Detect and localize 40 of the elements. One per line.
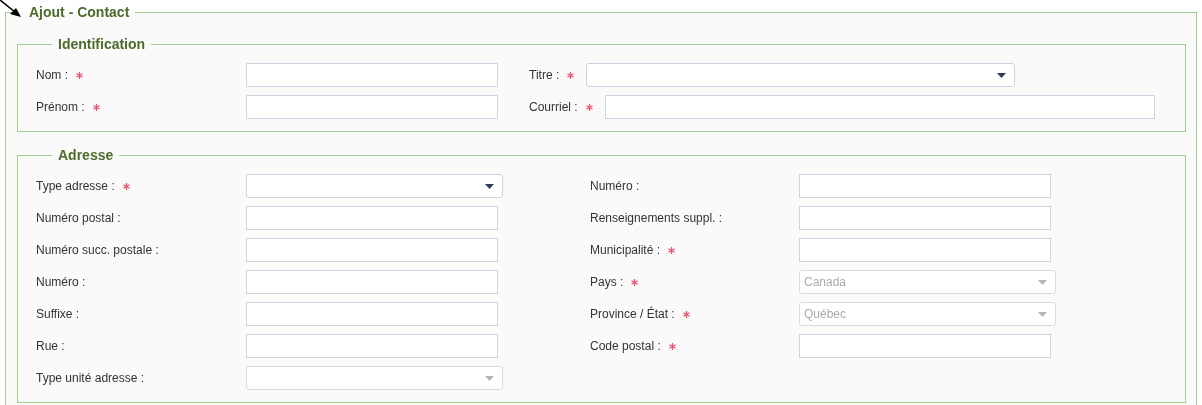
input-field[interactable] [799, 206, 1051, 230]
input-field[interactable] [246, 334, 498, 358]
form-title: Ajout - Contact [28, 4, 131, 20]
field-label: Numéro : [590, 179, 640, 193]
section-title: Identification [57, 36, 147, 52]
dropdown-field[interactable] [246, 174, 503, 198]
field-label: Type adresse : [36, 179, 115, 193]
field-label: Suffixe : [36, 307, 80, 321]
dropdown-field[interactable] [586, 63, 1016, 87]
input-field[interactable] [799, 238, 1051, 262]
arrow-icon [0, 0, 22, 18]
caret-icon [485, 375, 494, 381]
field-label: Municipalité : [590, 243, 661, 257]
caret-icon [997, 72, 1007, 78]
input-field[interactable] [604, 95, 1155, 119]
field-label: Nom : [36, 68, 68, 82]
field-label: Pays : [590, 275, 624, 289]
input-field[interactable] [246, 302, 498, 326]
field-label: Prénom : [36, 100, 85, 114]
field-label: Numéro postal : [36, 211, 121, 225]
field-label: Numéro : [36, 275, 86, 289]
field-label: Type unité adresse : [36, 371, 145, 385]
caret-icon [1038, 311, 1047, 317]
field-label: Code postal : [590, 339, 661, 353]
field-label: Titre : [529, 68, 560, 82]
field-label: Province / État : [590, 307, 675, 321]
input-field[interactable] [246, 63, 498, 87]
caret-icon [485, 183, 494, 189]
field-label: Rue : [36, 339, 65, 353]
input-field[interactable] [246, 206, 498, 230]
input-field[interactable] [799, 174, 1051, 198]
field-label: Numéro succ. postale : [36, 243, 159, 257]
section-title: Adresse [57, 147, 115, 163]
caret-icon [1038, 279, 1047, 285]
field-label: Courriel : [529, 100, 578, 114]
input-field[interactable] [246, 270, 498, 294]
input-field[interactable] [246, 238, 498, 262]
input-field[interactable] [799, 334, 1051, 358]
input-field[interactable] [246, 95, 498, 119]
field-label: Renseignements suppl. : [590, 211, 723, 225]
